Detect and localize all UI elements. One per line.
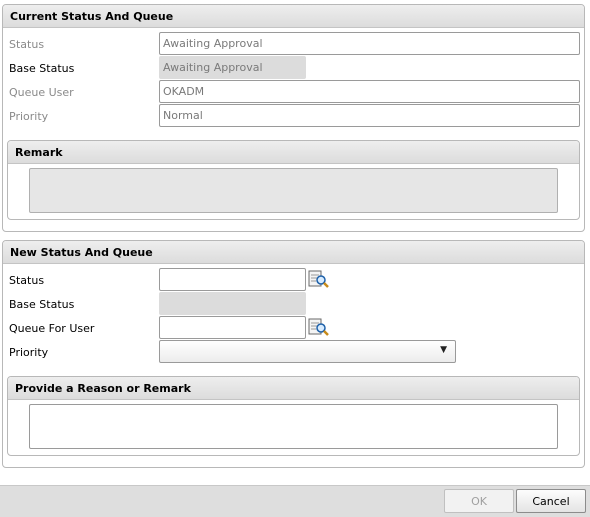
new-priority-select[interactable]: ▼ xyxy=(159,340,456,363)
current-status-label: Status xyxy=(9,38,45,51)
current-status-header: Current Status And Queue xyxy=(3,5,584,28)
new-reason-header: Provide a Reason or Remark xyxy=(8,377,579,400)
new-status-label: Status xyxy=(9,274,45,287)
current-remark-textarea xyxy=(29,168,558,213)
current-remark-header: Remark xyxy=(8,141,579,164)
current-queue-user-label: Queue User xyxy=(9,86,74,99)
new-queue-user-input[interactable] xyxy=(159,316,306,339)
new-base-status-label: Base Status xyxy=(9,298,75,311)
current-priority-field: Normal xyxy=(159,104,580,127)
new-status-header: New Status And Queue xyxy=(3,241,584,264)
ok-button[interactable]: OK xyxy=(444,489,514,513)
new-base-status-field xyxy=(159,292,306,315)
new-status-input[interactable] xyxy=(159,268,306,291)
new-queue-user-label: Queue For User xyxy=(9,322,95,335)
queue-user-lookup-icon[interactable] xyxy=(307,317,329,337)
chevron-down-icon: ▼ xyxy=(440,345,447,355)
current-base-status-field: Awaiting Approval xyxy=(159,56,306,79)
cancel-button[interactable]: Cancel xyxy=(516,489,586,513)
new-priority-label: Priority xyxy=(9,346,49,359)
current-status-field: Awaiting Approval xyxy=(159,32,580,55)
new-reason-textarea[interactable] xyxy=(29,404,558,449)
dialog-footer: OK Cancel xyxy=(0,485,590,517)
current-base-status-label: Base Status xyxy=(9,62,75,75)
status-lookup-icon[interactable] xyxy=(307,269,329,289)
current-priority-label: Priority xyxy=(9,110,49,123)
current-queue-user-field: OKADM xyxy=(159,80,580,103)
